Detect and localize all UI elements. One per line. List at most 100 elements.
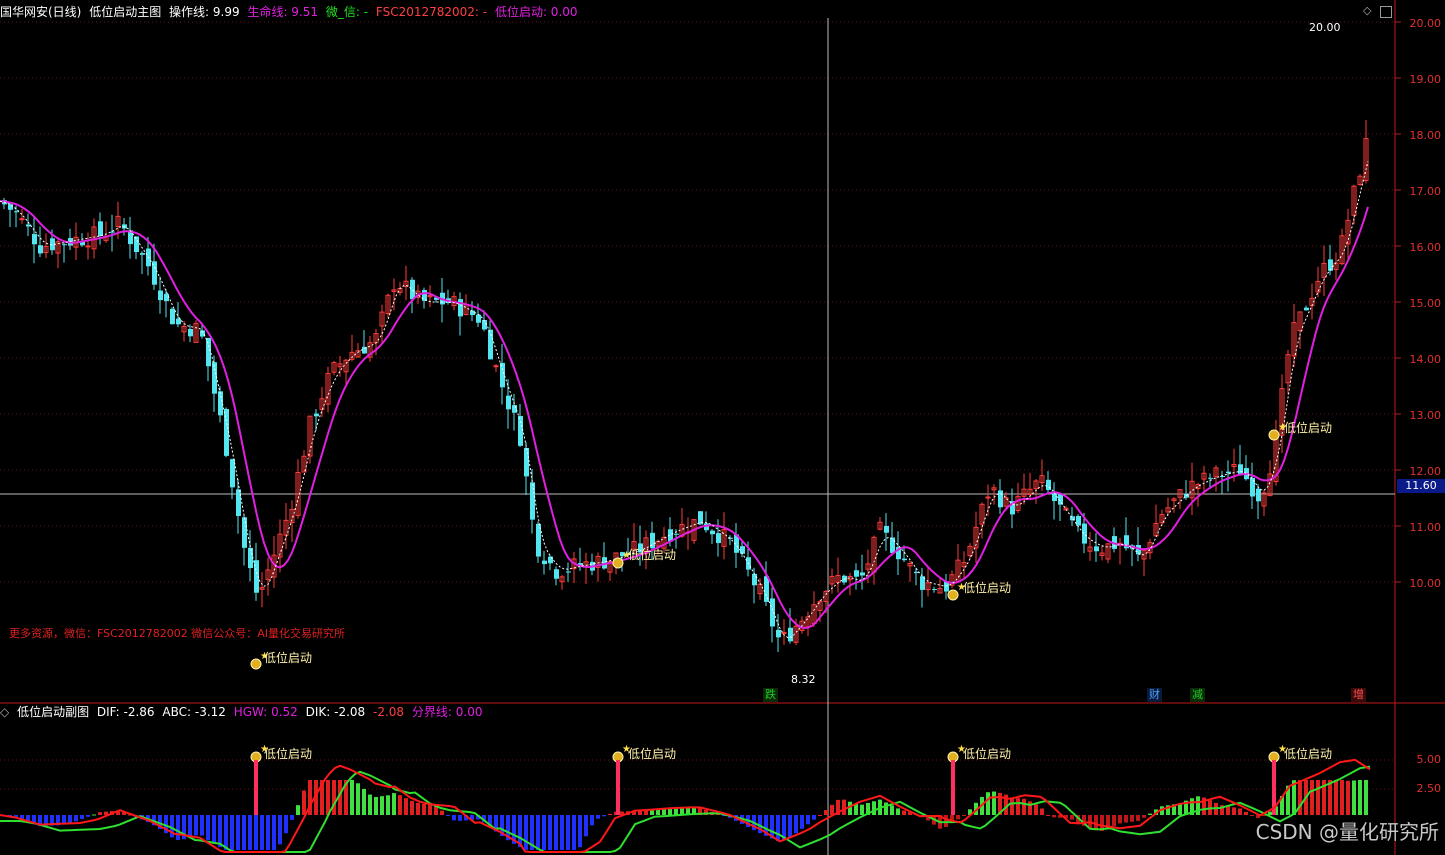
event-marker[interactable]: 财: [1147, 688, 1162, 702]
histogram-bar: [1352, 780, 1356, 815]
histogram-bar: [266, 815, 270, 850]
histogram-bar: [890, 805, 894, 815]
op-line-curve: [0, 161, 1369, 639]
y-tick: 10.00: [1409, 577, 1442, 590]
histogram-bar: [194, 815, 198, 836]
histogram-bar: [986, 792, 990, 815]
main-indicator-name[interactable]: 低位启动主图: [89, 5, 161, 19]
histogram-bar: [1034, 804, 1038, 815]
signal-label: 低位启动: [963, 747, 1012, 761]
candle-body: [1220, 476, 1225, 478]
histogram-bar: [1142, 815, 1146, 818]
current-price-label: 11.60: [1397, 479, 1445, 493]
event-marker[interactable]: 减: [1190, 688, 1205, 702]
candle-body: [188, 328, 193, 337]
candle-body: [506, 395, 511, 410]
histogram-bar: [578, 815, 582, 848]
dik-value: DIK: -2.08: [305, 705, 366, 719]
diamond-icon[interactable]: ◇: [1363, 4, 1371, 17]
candle-body: [884, 525, 889, 533]
histogram-bar: [962, 815, 966, 816]
candle-body: [1304, 307, 1309, 311]
histogram-bar: [830, 804, 834, 815]
histogram-bar: [992, 791, 996, 815]
histogram-bar: [374, 797, 378, 815]
event-marker[interactable]: 跌: [763, 688, 778, 702]
low-start-value: 低位启动: 0.00: [494, 5, 578, 19]
restore-icon[interactable]: [1380, 6, 1392, 18]
histogram-bar: [416, 802, 420, 815]
histogram-bar: [296, 805, 300, 815]
histogram-bar: [806, 815, 810, 825]
histogram-bar: [224, 815, 228, 850]
histogram-bar: [92, 814, 96, 816]
candle-body: [1076, 515, 1081, 526]
histogram-bar: [1250, 815, 1254, 816]
histogram-bar: [1232, 807, 1236, 815]
histogram-bar: [1364, 780, 1368, 815]
neg-value: -2.08: [373, 705, 405, 719]
candle-body: [19, 218, 25, 221]
histogram-bar: [548, 815, 552, 850]
histogram-bar: [218, 815, 222, 848]
collapse-icon[interactable]: ◇: [0, 705, 9, 719]
histogram-bar: [230, 815, 234, 850]
candle-body: [1250, 477, 1255, 497]
histogram-bar: [68, 815, 72, 823]
candle-body: [512, 405, 517, 413]
histogram-bar: [1136, 815, 1140, 821]
histogram-bar: [566, 815, 570, 850]
y-tick: 17.00: [1409, 185, 1442, 198]
histogram-bar: [536, 815, 540, 850]
histogram-bar: [602, 815, 606, 817]
sub-y-tick: 2.50: [1416, 782, 1442, 795]
histogram-bar: [674, 808, 678, 815]
histogram-bar: [1268, 811, 1272, 815]
candle-body: [32, 234, 37, 245]
candle-body: [740, 546, 745, 554]
promo-text: 更多资源，微信：FSC2012782002 微信公众号：AI量化交易研究所: [9, 627, 346, 640]
kline-canvas[interactable]: ★★★★★ ★ ★ ★: [0, 0, 1445, 855]
histogram-bar: [80, 815, 84, 820]
histogram-bar: [200, 815, 204, 836]
candle-body: [1226, 471, 1231, 474]
histogram-bar: [590, 815, 594, 826]
histogram-bar: [410, 800, 414, 815]
histogram-bar: [188, 815, 192, 838]
high-price-label: 20.00: [1309, 21, 1341, 34]
candle-body: [236, 489, 241, 516]
candle-body: [476, 314, 481, 323]
histogram-bar: [458, 815, 462, 821]
histogram-bar: [380, 796, 384, 815]
histogram-bar: [1226, 806, 1230, 815]
y-tick: 19.00: [1409, 73, 1442, 86]
histogram-bar: [1022, 798, 1026, 815]
histogram-bar: [896, 808, 900, 815]
candle-body: [781, 632, 787, 635]
candle-body: [140, 253, 145, 255]
candle-body: [38, 245, 43, 254]
histogram-bar: [1298, 780, 1302, 815]
boundary-value: 分界线: 0.00: [411, 705, 483, 719]
candle-body: [716, 533, 721, 544]
fsc-value: FSC2012782002: -: [375, 5, 488, 19]
histogram-bar: [1196, 796, 1200, 815]
histogram-bar: [1148, 813, 1152, 815]
histogram-bar: [452, 815, 456, 821]
sub-indicator-name[interactable]: 低位启动副图: [17, 705, 89, 719]
histogram-bar: [1112, 815, 1116, 826]
y-tick: 14.00: [1409, 353, 1442, 366]
y-tick: 11.00: [1409, 521, 1442, 534]
histogram-bar: [302, 790, 306, 815]
main-header: 国华网安(日线) 低位启动主图 操作线: 9.99 生命线: 9.51 微_信:…: [0, 2, 582, 22]
candle-body: [566, 571, 571, 573]
candle-body: [674, 533, 679, 535]
chart-window[interactable]: ★ ★ ★ ★ ★ ★ ★ ★ 国华网安(日线) 低位启动主图 操作线: 9.99 生命线: …: [0, 0, 1445, 855]
histogram-bar: [392, 793, 396, 815]
candle-body: [8, 204, 13, 210]
event-marker[interactable]: 增: [1351, 688, 1366, 702]
histogram-bar: [398, 795, 402, 815]
histogram-bar: [326, 780, 330, 815]
histogram-bar: [1124, 815, 1128, 823]
histogram-bar: [944, 815, 948, 827]
